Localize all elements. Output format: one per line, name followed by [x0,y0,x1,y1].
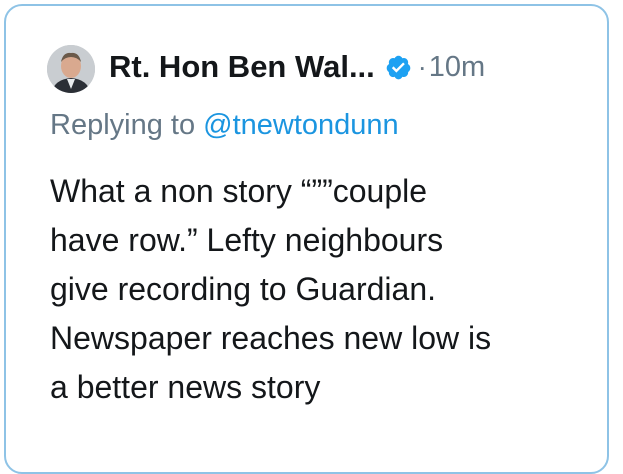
replying-to-line: Replying to @tnewtondunn [50,109,399,142]
tweet-text-line: give recording to Guardian. [50,271,436,307]
timestamp[interactable]: 10m [429,51,485,84]
replying-to-label: Replying to [50,109,196,141]
tweet-text-line: have row.” Lefty neighbours [50,222,444,258]
reply-handle-link[interactable]: @tnewtondunn [203,109,399,141]
verified-badge-icon [385,54,412,81]
author-name[interactable]: Rt. Hon Ben Wal... [109,49,375,85]
tweet-card[interactable]: Rt. Hon Ben Wal... · 10m Replying to @tn… [4,4,609,474]
tweet-header: Rt. Hon Ben Wal... · 10m [109,42,485,92]
tweet-text-line: What a non story “””couple [50,173,428,209]
avatar[interactable] [47,45,95,93]
tweet-text-line: a better news story [50,369,321,405]
separator-dot: · [417,51,427,82]
tweet-text-line: Newspaper reaches new low is [50,320,492,356]
tweet-text: What a non story “””couple have row.” Le… [50,167,600,412]
